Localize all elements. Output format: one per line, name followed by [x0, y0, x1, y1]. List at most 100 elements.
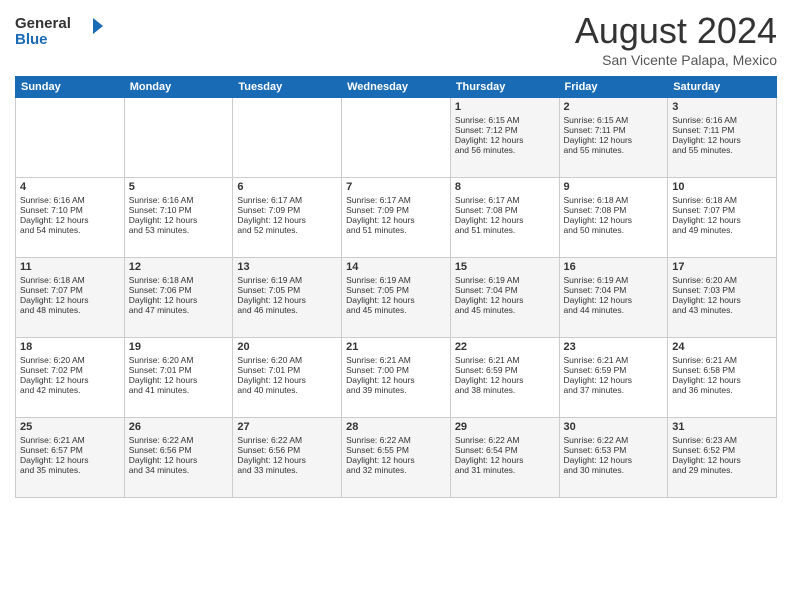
day-number: 12: [129, 261, 229, 273]
cell-text: Daylight: 12 hours: [564, 295, 664, 305]
cell-text: and 45 minutes.: [455, 305, 555, 315]
cell-text: and 41 minutes.: [129, 385, 229, 395]
cell-text: and 36 minutes.: [672, 385, 772, 395]
cell-1-4: [342, 98, 451, 178]
cell-text: Daylight: 12 hours: [346, 455, 446, 465]
cell-3-3: 13 Sunrise: 6:19 AMSunset: 7:05 PMDayligh…: [233, 258, 342, 338]
cell-text: Sunset: 7:00 PM: [346, 365, 446, 375]
day-number: 21: [346, 341, 446, 353]
day-number: 15: [455, 261, 555, 273]
cell-1-5: 1Sunrise: 6:15 AMSunset: 7:12 PMDaylight…: [450, 98, 559, 178]
cell-4-2: 19Sunrise: 6:20 AMSunset: 7:01 PMDayligh…: [124, 338, 233, 418]
cell-text: Sunset: 7:05 PM: [237, 285, 337, 295]
logo-svg: General Blue: [15, 10, 105, 50]
cell-text: Sunrise: 6:19 AM: [237, 275, 337, 285]
cell-4-7: 24Sunrise: 6:21 AMSunset: 6:58 PMDayligh…: [668, 338, 777, 418]
cell-text: Daylight: 12 hours: [346, 375, 446, 385]
cell-3-5: 15Sunrise: 6:19 AMSunset: 7:04 PMDayligh…: [450, 258, 559, 338]
cell-text: Daylight: 12 hours: [564, 135, 664, 145]
day-number: 10: [672, 181, 772, 193]
day-number: 18: [20, 341, 120, 353]
cell-5-3: 27Sunrise: 6:22 AMSunset: 6:56 PMDayligh…: [233, 418, 342, 498]
cell-text: and 35 minutes.: [20, 465, 120, 475]
cell-text: and 34 minutes.: [129, 465, 229, 475]
cell-text: Sunrise: 6:16 AM: [672, 115, 772, 125]
day-number: 25: [20, 421, 120, 433]
col-thursday: Thursday: [450, 77, 559, 98]
cell-text: Sunset: 7:08 PM: [455, 205, 555, 215]
cell-text: and 43 minutes.: [672, 305, 772, 315]
cell-3-1: 11Sunrise: 6:18 AMSunset: 7:07 PMDayligh…: [16, 258, 125, 338]
cell-text: Sunset: 7:07 PM: [20, 285, 120, 295]
day-number: 17: [672, 261, 772, 273]
cell-text: Sunset: 6:57 PM: [20, 445, 120, 455]
cell-text: Sunset: 7:04 PM: [564, 285, 664, 295]
cell-text: Sunrise: 6:23 AM: [672, 435, 772, 445]
cell-text: Sunrise: 6:15 AM: [455, 115, 555, 125]
cell-text: Daylight: 12 hours: [672, 375, 772, 385]
cell-2-1: 4Sunrise: 6:16 AMSunset: 7:10 PMDaylight…: [16, 178, 125, 258]
day-number: 28: [346, 421, 446, 433]
calendar-table: Sunday Monday Tuesday Wednesday Thursday…: [15, 76, 777, 498]
cell-text: Daylight: 12 hours: [237, 295, 337, 305]
day-number: 26: [129, 421, 229, 433]
cell-text: and 55 minutes.: [564, 145, 664, 155]
day-number: 9: [564, 181, 664, 193]
svg-text:Blue: Blue: [15, 31, 48, 48]
week-row-1: 1Sunrise: 6:15 AMSunset: 7:12 PMDaylight…: [16, 98, 777, 178]
day-number: 13: [237, 261, 337, 273]
cell-text: Sunset: 6:52 PM: [672, 445, 772, 455]
cell-text: Daylight: 12 hours: [672, 455, 772, 465]
cell-text: Sunset: 6:56 PM: [129, 445, 229, 455]
cell-text: and 29 minutes.: [672, 465, 772, 475]
cell-text: Daylight: 12 hours: [129, 215, 229, 225]
cell-text: Sunrise: 6:18 AM: [564, 195, 664, 205]
cell-text: Sunrise: 6:19 AM: [346, 275, 446, 285]
cell-text: Sunrise: 6:18 AM: [20, 275, 120, 285]
cell-text: Sunset: 6:56 PM: [237, 445, 337, 455]
day-number: 1: [455, 101, 555, 113]
week-row-4: 18Sunrise: 6:20 AMSunset: 7:02 PMDayligh…: [16, 338, 777, 418]
cell-text: and 47 minutes.: [129, 305, 229, 315]
cell-text: Sunrise: 6:22 AM: [564, 435, 664, 445]
cell-text: Daylight: 12 hours: [20, 375, 120, 385]
cell-text: Sunrise: 6:21 AM: [564, 355, 664, 365]
cell-text: Sunrise: 6:21 AM: [455, 355, 555, 365]
cell-text: Sunset: 7:03 PM: [672, 285, 772, 295]
cell-2-5: 8Sunrise: 6:17 AMSunset: 7:08 PMDaylight…: [450, 178, 559, 258]
cell-text: Sunset: 6:54 PM: [455, 445, 555, 455]
cell-text: Sunset: 7:06 PM: [129, 285, 229, 295]
cell-4-6: 23Sunrise: 6:21 AMSunset: 6:59 PMDayligh…: [559, 338, 668, 418]
cell-1-7: 3Sunrise: 6:16 AMSunset: 7:11 PMDaylight…: [668, 98, 777, 178]
svg-text:General: General: [15, 15, 71, 32]
cell-text: Daylight: 12 hours: [455, 375, 555, 385]
cell-text: and 40 minutes.: [237, 385, 337, 395]
cell-3-4: 14Sunrise: 6:19 AMSunset: 7:05 PMDayligh…: [342, 258, 451, 338]
cell-text: Daylight: 12 hours: [564, 455, 664, 465]
col-wednesday: Wednesday: [342, 77, 451, 98]
col-sunday: Sunday: [16, 77, 125, 98]
cell-text: and 52 minutes.: [237, 225, 337, 235]
cell-text: Daylight: 12 hours: [237, 455, 337, 465]
cell-5-7: 31Sunrise: 6:23 AMSunset: 6:52 PMDayligh…: [668, 418, 777, 498]
cell-text: Sunset: 7:10 PM: [20, 205, 120, 215]
cell-text: and 54 minutes.: [20, 225, 120, 235]
cell-text: Sunrise: 6:20 AM: [20, 355, 120, 365]
cell-text: and 32 minutes.: [346, 465, 446, 475]
day-number: 4: [20, 181, 120, 193]
cell-text: Sunrise: 6:17 AM: [346, 195, 446, 205]
cell-text: Sunrise: 6:19 AM: [564, 275, 664, 285]
cell-2-6: 9Sunrise: 6:18 AMSunset: 7:08 PMDaylight…: [559, 178, 668, 258]
cell-2-3: 6Sunrise: 6:17 AMSunset: 7:09 PMDaylight…: [233, 178, 342, 258]
col-tuesday: Tuesday: [233, 77, 342, 98]
header-row: Sunday Monday Tuesday Wednesday Thursday…: [16, 77, 777, 98]
cell-text: Daylight: 12 hours: [346, 295, 446, 305]
logo: General Blue: [15, 10, 105, 50]
cell-text: Daylight: 12 hours: [129, 295, 229, 305]
cell-text: and 39 minutes.: [346, 385, 446, 395]
cell-text: Sunset: 7:05 PM: [346, 285, 446, 295]
cell-text: Daylight: 12 hours: [129, 375, 229, 385]
cell-text: Daylight: 12 hours: [20, 295, 120, 305]
cell-text: Sunrise: 6:19 AM: [455, 275, 555, 285]
cell-text: and 45 minutes.: [346, 305, 446, 315]
